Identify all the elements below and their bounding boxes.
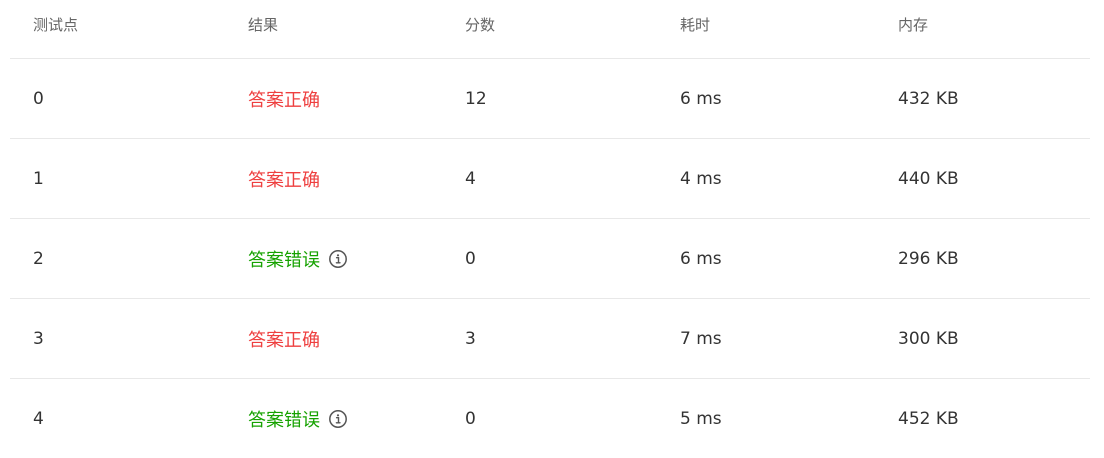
memory: 432 KB — [898, 88, 959, 109]
table-row: 3 答案正确 3 7 ms 300 KB — [10, 299, 1090, 379]
column-header-memory: 内存 — [898, 16, 929, 34]
result-cell: 答案正确 — [248, 326, 465, 352]
score: 12 — [465, 88, 487, 109]
result-cell: 答案正确 — [248, 86, 465, 112]
column-header-score: 分数 — [465, 16, 496, 34]
result-status: 答案正确 — [248, 169, 320, 191]
testpoint-id: 2 — [33, 248, 44, 269]
time: 4 ms — [680, 168, 722, 189]
time: 7 ms — [680, 328, 722, 349]
memory: 452 KB — [898, 408, 959, 429]
score: 3 — [465, 328, 476, 349]
result-cell: 答案错误 — [248, 406, 465, 432]
table-row: 4 答案错误 0 5 ms 452 KB — [10, 379, 1090, 458]
testpoint-id: 0 — [33, 88, 44, 109]
score: 0 — [465, 408, 476, 429]
score: 0 — [465, 248, 476, 269]
score: 4 — [465, 168, 476, 189]
result-status: 答案正确 — [248, 89, 320, 111]
memory: 440 KB — [898, 168, 959, 189]
table-row: 1 答案正确 4 4 ms 440 KB — [10, 139, 1090, 219]
memory: 300 KB — [898, 328, 959, 349]
time: 5 ms — [680, 408, 722, 429]
memory: 296 KB — [898, 248, 959, 269]
time: 6 ms — [680, 248, 722, 269]
table-row: 2 答案错误 0 6 ms 296 KB — [10, 219, 1090, 299]
result-cell: 答案错误 — [248, 246, 465, 272]
column-header-time: 耗时 — [680, 16, 711, 34]
info-icon[interactable] — [328, 409, 348, 429]
column-header-result: 结果 — [248, 16, 279, 34]
result-cell: 答案正确 — [248, 166, 465, 192]
testpoint-id: 4 — [33, 408, 44, 429]
time: 6 ms — [680, 88, 722, 109]
info-icon[interactable] — [328, 249, 348, 269]
column-header-testpoint: 测试点 — [33, 16, 79, 34]
test-results-table: 测试点 结果 分数 耗时 内存 0 答案正确 12 6 ms 432 KB 1 … — [10, 0, 1090, 458]
table-row: 0 答案正确 12 6 ms 432 KB — [10, 59, 1090, 139]
testpoint-id: 3 — [33, 328, 44, 349]
result-status: 答案正确 — [248, 329, 320, 351]
result-status: 答案错误 — [248, 409, 320, 431]
table-header: 测试点 结果 分数 耗时 内存 — [10, 0, 1090, 59]
testpoint-id: 1 — [33, 168, 44, 189]
result-status: 答案错误 — [248, 249, 320, 271]
